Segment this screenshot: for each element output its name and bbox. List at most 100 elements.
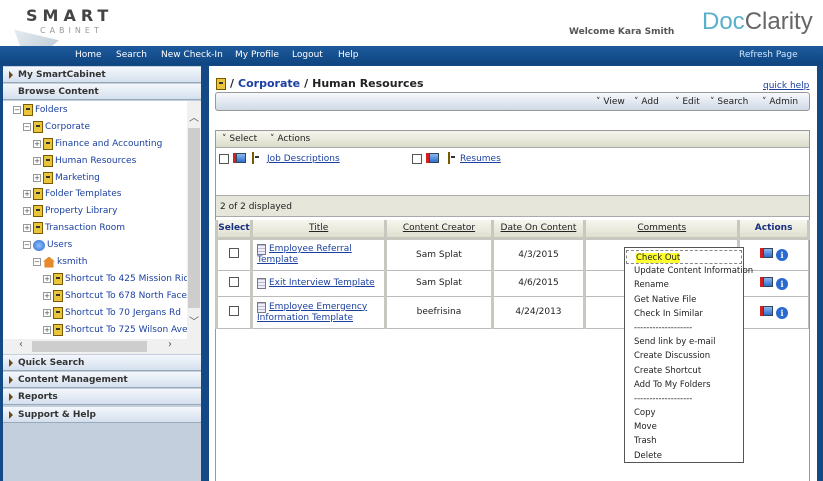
tree-item-users[interactable]: − Users: [23, 238, 72, 252]
actions-list-icon[interactable]: [763, 276, 774, 287]
tree-item-finance[interactable]: + Finance and Accounting: [33, 137, 162, 151]
scroll-right-icon[interactable]: ›: [168, 339, 172, 350]
tree-item-corporate[interactable]: − Corporate: [23, 120, 90, 134]
menu-search[interactable]: ˅ Search: [710, 97, 748, 107]
actions-menu[interactable]: ˅ Actions: [270, 134, 310, 144]
menu-view[interactable]: ˅ View: [596, 97, 625, 107]
tree-item-shortcut[interactable]: + Shortcut To 678 North Face S: [43, 289, 187, 303]
expand-icon[interactable]: +: [23, 224, 31, 232]
users-icon: [33, 239, 45, 251]
folder-actions-icon[interactable]: [233, 153, 246, 166]
menu-admin[interactable]: ˅ Admin: [762, 97, 798, 107]
tree-item-shortcut[interactable]: + Shortcut To 425 Mission Ridge: [43, 272, 187, 286]
breadcrumb-corporate[interactable]: Corporate: [238, 77, 300, 90]
menu-send-link[interactable]: Send link by e-mail: [625, 335, 743, 349]
scroll-down-icon[interactable]: ﹀: [189, 313, 199, 328]
section-my-smartcabinet[interactable]: My SmartCabinet: [3, 67, 201, 83]
expand-icon[interactable]: +: [23, 190, 31, 198]
nav-my-profile[interactable]: My Profile: [235, 50, 279, 60]
nav-help[interactable]: Help: [338, 50, 359, 60]
col-date[interactable]: Date On Content: [490, 220, 587, 240]
menu-create-shortcut[interactable]: Create Shortcut: [625, 364, 743, 378]
tree-item-shortcut[interactable]: + Shortcut To 725 Wilson Ave: [43, 323, 187, 337]
expand-icon[interactable]: +: [33, 140, 41, 148]
menu-edit[interactable]: ˅ Edit: [675, 97, 700, 107]
collapse-icon[interactable]: −: [23, 123, 31, 131]
tree-item-folder-templates[interactable]: + Folder Templates: [23, 187, 121, 201]
col-title[interactable]: Title: [249, 220, 388, 240]
tree-item-shortcut[interactable]: + Shortcut To 70 Jergans Rd: [43, 306, 181, 320]
nav-logout[interactable]: Logout: [292, 50, 323, 60]
quick-help-link[interactable]: quick help: [763, 81, 809, 91]
tree-vertical-scrollbar[interactable]: ︿ ﹀: [187, 101, 201, 339]
folder-icon: [33, 205, 43, 217]
menu-add-to-my-folders[interactable]: Add To My Folders: [625, 378, 743, 392]
folder-actions-icon[interactable]: [426, 153, 439, 166]
col-creator[interactable]: Content Creator: [384, 220, 494, 240]
expand-icon[interactable]: +: [43, 309, 51, 317]
menu-add[interactable]: ˅ Add: [634, 97, 659, 107]
menu-rename[interactable]: Rename: [625, 278, 743, 292]
nav-home[interactable]: Home: [75, 50, 102, 60]
tree-item-transaction-room[interactable]: + Transaction Room: [23, 221, 125, 235]
menu-check-out[interactable]: Check Out: [626, 250, 742, 265]
folder-link-resumes[interactable]: Resumes: [460, 154, 501, 164]
menu-delete[interactable]: Delete: [625, 449, 743, 463]
folder-icon: [448, 152, 450, 164]
scroll-left-icon[interactable]: ‹: [19, 339, 23, 350]
nav-new-check-in[interactable]: New Check-In: [161, 50, 223, 60]
menu-update-content-information[interactable]: Update Content Information: [625, 264, 753, 278]
collapse-icon[interactable]: −: [33, 258, 41, 266]
tree-item-property-library[interactable]: + Property Library: [23, 204, 117, 218]
info-icon[interactable]: i: [776, 277, 789, 290]
folder-checkbox[interactable]: [412, 154, 422, 164]
refresh-page-link[interactable]: Refresh Page: [739, 50, 798, 60]
expand-icon[interactable]: +: [43, 275, 51, 283]
expand-icon[interactable]: +: [33, 174, 41, 182]
folder-icon: [33, 222, 43, 234]
tree-item-marketing[interactable]: + Marketing: [33, 171, 100, 185]
tree-horizontal-scrollbar[interactable]: ‹ ›: [3, 339, 201, 354]
row-checkbox[interactable]: [228, 305, 239, 316]
toolbar: ˅ View ˅ Add ˅ Edit ˅ Search ˅ Admin: [215, 92, 810, 111]
nav-search[interactable]: Search: [116, 50, 147, 60]
menu-trash[interactable]: Trash: [625, 434, 743, 448]
folder-checkbox[interactable]: [219, 154, 229, 164]
tree-item-human-resources[interactable]: + Human Resources: [33, 154, 136, 168]
actions-list-icon[interactable]: [763, 248, 774, 258]
menu-move[interactable]: Move: [625, 420, 743, 434]
document-icon: [256, 277, 266, 289]
collapse-icon[interactable]: −: [23, 241, 31, 249]
expand-icon[interactable]: +: [23, 207, 31, 215]
info-icon[interactable]: i: [776, 249, 789, 261]
folder-icon: [43, 155, 53, 167]
info-icon[interactable]: i: [776, 306, 789, 319]
actions-list-icon[interactable]: [763, 305, 774, 316]
tree-item-folders[interactable]: − Folders: [13, 103, 68, 117]
document-icon: [256, 301, 266, 313]
menu-get-native-file[interactable]: Get Native File: [625, 293, 743, 307]
section-support-help[interactable]: Support & Help: [3, 407, 201, 423]
document-link[interactable]: Employee Emergency Information Template: [257, 302, 367, 323]
row-checkbox[interactable]: [228, 248, 239, 258]
expand-icon[interactable]: +: [43, 326, 51, 334]
document-link[interactable]: Exit Interview Template: [269, 278, 375, 288]
scroll-up-icon[interactable]: ︿: [189, 109, 199, 124]
expand-icon[interactable]: +: [43, 292, 51, 300]
document-link[interactable]: Employee Referral Template: [257, 244, 352, 265]
section-content-management[interactable]: Content Management: [3, 372, 201, 388]
panel-header: ˅ Select ˅ Actions: [216, 131, 809, 148]
menu-create-discussion[interactable]: Create Discussion: [625, 349, 743, 363]
folder-link-job-descriptions[interactable]: Job Descriptions: [267, 154, 340, 164]
col-comments[interactable]: Comments: [583, 220, 741, 240]
menu-copy[interactable]: Copy: [625, 406, 743, 420]
section-browse-content[interactable]: Browse Content: [3, 84, 201, 100]
expand-icon[interactable]: +: [33, 157, 41, 165]
collapse-icon[interactable]: −: [13, 106, 21, 114]
section-reports[interactable]: Reports: [3, 389, 201, 405]
tree-item-ksmith[interactable]: − ksmith: [33, 255, 87, 269]
section-quick-search[interactable]: Quick Search: [3, 355, 201, 371]
menu-check-in-similar[interactable]: Check In Similar: [625, 307, 743, 321]
select-menu[interactable]: ˅ Select: [222, 134, 257, 144]
row-checkbox[interactable]: [228, 276, 239, 287]
